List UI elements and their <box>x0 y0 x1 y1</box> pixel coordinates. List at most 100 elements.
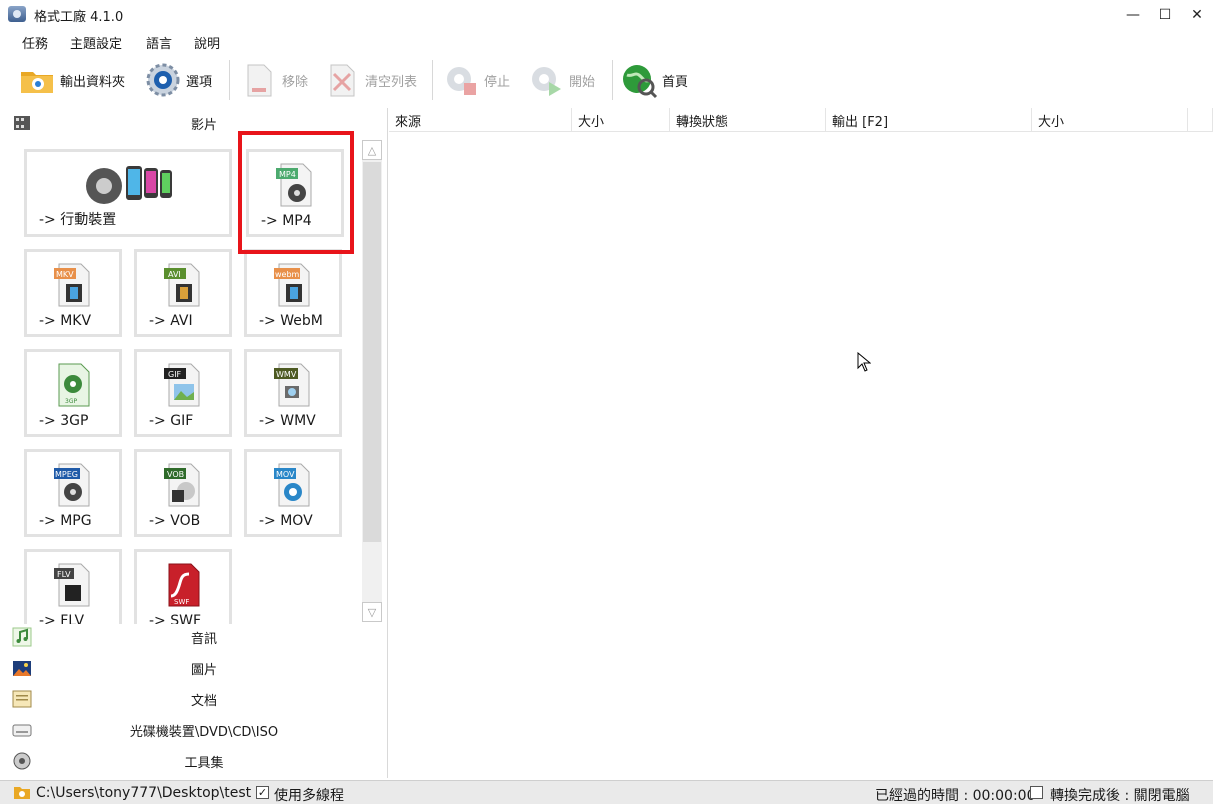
tile-avi[interactable]: AVI -> AVI <box>134 249 232 337</box>
tile-3gp[interactable]: 3GP -> 3GP <box>24 349 122 437</box>
gif-file-icon: GIF <box>161 360 205 408</box>
category-audio-label: 音訊 <box>190 632 217 647</box>
film-icon <box>12 113 32 133</box>
webm-badge: webm <box>275 270 300 279</box>
menu-language[interactable]: 語言 <box>146 33 172 52</box>
avi-file-icon: AVI <box>161 260 205 308</box>
after-done-checkbox[interactable] <box>1030 786 1043 799</box>
wmv-badge: WMV <box>276 370 297 379</box>
mpeg-badge: MPEG <box>55 470 78 479</box>
stop-label: 停止 <box>484 74 511 90</box>
tile-flv[interactable]: FLV -> FLV <box>24 549 122 624</box>
tile-webm[interactable]: webm -> WebM <box>244 249 342 337</box>
tile-mkv[interactable]: MKV -> MKV <box>24 249 122 337</box>
webm-file-icon: webm <box>271 260 315 308</box>
tile-mkv-label: -> MKV <box>39 313 92 329</box>
mp4-badge: MP4 <box>279 170 296 179</box>
tiles-scrollbar[interactable]: △ ▽ <box>362 140 382 622</box>
category-image-label: 圖片 <box>190 663 217 678</box>
stop-button[interactable]: 停止 <box>442 60 510 100</box>
minimize-button[interactable]: — <box>1116 0 1150 30</box>
category-disc-label: 光碟機裝置\DVD\CD\ISO <box>129 725 279 740</box>
column-source[interactable]: 來源 <box>389 108 572 132</box>
close-button[interactable]: ✕ <box>1180 0 1213 30</box>
options-button[interactable]: 選項 <box>144 60 212 100</box>
scroll-down-arrow[interactable]: ▽ <box>362 602 382 622</box>
3gp-badge: 3GP <box>65 398 77 405</box>
category-video[interactable]: 影片 <box>0 108 388 138</box>
category-image[interactable]: 圖片 <box>0 653 388 683</box>
start-button[interactable]: 開始 <box>527 60 595 100</box>
tile-mov[interactable]: MOV -> MOV <box>244 449 342 537</box>
tile-gif[interactable]: GIF -> GIF <box>134 349 232 437</box>
home-button[interactable]: 首頁 <box>620 60 688 100</box>
vob-file-icon: VOB <box>161 460 205 508</box>
output-path-folder-icon[interactable] <box>14 785 30 799</box>
home-label: 首頁 <box>662 74 689 90</box>
task-list[interactable]: 來源 大小 轉換狀態 輸出 [F2] 大小 <box>389 108 1213 778</box>
output-folder-label: 輸出資料夾 <box>60 74 126 90</box>
column-status[interactable]: 轉換狀態 <box>670 108 826 132</box>
swf-badge: SWF <box>174 598 189 606</box>
tile-mp4[interactable]: MP4 -> MP4 <box>246 149 344 237</box>
menu-task[interactable]: 任務 <box>22 33 48 52</box>
mkv-badge: MKV <box>56 270 74 279</box>
remove-button[interactable]: 移除 <box>240 60 308 100</box>
column-output-size[interactable]: 大小 <box>1032 108 1188 132</box>
category-video-label: 影片 <box>190 118 217 133</box>
picture-icon <box>12 658 32 678</box>
elapsed-time: 已經過的時間 : 00:00:00 <box>875 788 1036 804</box>
flv-file-icon: FLV <box>51 560 95 608</box>
tile-mobile[interactable]: -> 行動裝置 <box>24 149 232 237</box>
tools-icon <box>12 751 32 771</box>
avi-badge: AVI <box>168 270 181 279</box>
mpeg-file-icon: MPEG <box>51 460 95 508</box>
scroll-up-arrow[interactable]: △ <box>362 140 382 160</box>
options-label: 選項 <box>186 74 213 90</box>
toolbar-separator <box>432 60 433 100</box>
maximize-button[interactable]: ☐ <box>1148 0 1182 30</box>
format-tiles: -> 行動裝置 MP4 -> MP4 MKV -> MKV AVI -> AVI… <box>20 142 362 624</box>
tile-swf[interactable]: SWF -> SWF <box>134 549 232 624</box>
category-document-label: 文档 <box>190 694 217 709</box>
tile-mobile-label: -> 行動裝置 <box>39 212 117 228</box>
multithread-checkbox[interactable]: ✓ <box>256 786 269 799</box>
vob-badge: VOB <box>167 470 184 479</box>
tile-mp4-label: -> MP4 <box>261 213 312 229</box>
toolbar: 輸出資料夾 選項 移除 清空列表 停止 開始 首頁 <box>0 56 1213 104</box>
output-folder-button[interactable]: 輸出資料夾 <box>18 60 125 100</box>
document-icon <box>12 689 32 709</box>
globe-icon <box>620 61 658 99</box>
3gp-file-icon: 3GP <box>51 360 95 408</box>
format-panel: 影片 -> 行動裝置 MP4 -> MP4 MKV -> MKV AVI -> … <box>0 108 388 778</box>
column-size[interactable]: 大小 <box>572 108 670 132</box>
start-label: 開始 <box>569 74 596 90</box>
tile-wmv[interactable]: WMV -> WMV <box>244 349 342 437</box>
menu-theme[interactable]: 主題設定 <box>70 33 122 52</box>
scroll-thumb[interactable] <box>363 162 381 542</box>
category-tools[interactable]: 工具集 <box>0 746 388 776</box>
menu-bar: 任務 主題設定 語言 說明 <box>0 31 600 53</box>
menu-help[interactable]: 說明 <box>194 33 220 52</box>
category-disc[interactable]: 光碟機裝置\DVD\CD\ISO <box>0 715 388 745</box>
folder-icon <box>18 61 56 99</box>
gif-badge: GIF <box>168 370 182 379</box>
after-done-label: 轉換完成後 : 關閉電腦 <box>1050 788 1190 804</box>
category-audio[interactable]: 音訊 <box>0 622 388 652</box>
tile-avi-label: -> AVI <box>149 313 193 329</box>
category-tools-label: 工具集 <box>184 756 224 771</box>
app-icon <box>8 6 26 22</box>
clear-list-icon <box>323 61 361 99</box>
column-filler <box>1188 108 1213 132</box>
status-bar: C:\Users\tony777\Desktop\test ✓ 使用多線程 已經… <box>0 780 1213 804</box>
tile-mpg[interactable]: MPEG -> MPG <box>24 449 122 537</box>
category-document[interactable]: 文档 <box>0 684 388 714</box>
tile-vob-label: -> VOB <box>149 513 201 529</box>
clear-list-button[interactable]: 清空列表 <box>323 60 417 100</box>
stop-icon <box>442 61 480 99</box>
tile-vob[interactable]: VOB -> VOB <box>134 449 232 537</box>
mov-badge: MOV <box>276 470 295 479</box>
tile-mov-label: -> MOV <box>259 513 313 529</box>
swf-file-icon: SWF <box>161 560 205 608</box>
column-output[interactable]: 輸出 [F2] <box>826 108 1032 132</box>
